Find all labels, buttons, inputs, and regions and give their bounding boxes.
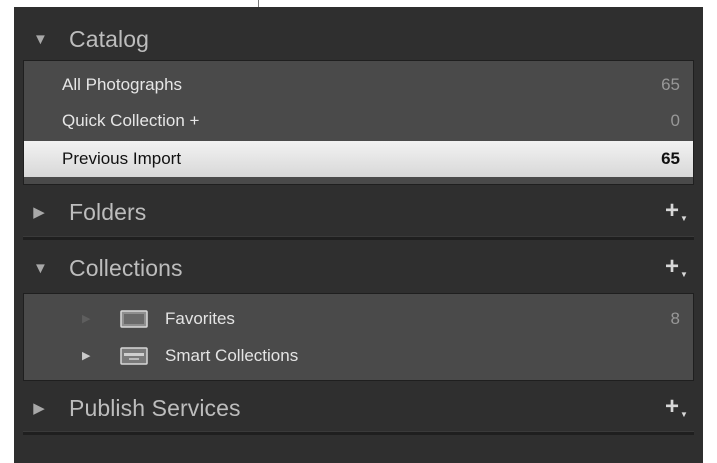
- collection-set-icon: [120, 309, 148, 328]
- plus-icon: +: [665, 253, 680, 280]
- collections-header[interactable]: ▼ Collections + ▼: [14, 245, 703, 291]
- catalog-item-count: 0: [670, 111, 680, 130]
- collection-item-label: Smart Collections: [165, 345, 299, 365]
- collection-item-count: 8: [670, 308, 680, 328]
- right-edge: [703, 7, 717, 463]
- chevron-down-icon: ▼: [680, 410, 688, 419]
- catalog-item-previous-import[interactable]: Previous Import 65: [24, 141, 693, 177]
- catalog-item-label: Previous Import: [62, 149, 182, 168]
- catalog-item-label: All Photographs: [62, 75, 183, 94]
- triangle-down-icon[interactable]: ▼: [33, 31, 48, 48]
- chevron-down-icon: ▼: [680, 270, 688, 279]
- top-edge: [0, 0, 717, 7]
- triangle-right-icon[interactable]: ▶: [82, 349, 90, 362]
- catalog-item-label: Quick Collection +: [62, 111, 200, 130]
- publish-services-header[interactable]: ▶ Publish Services + ▼: [14, 385, 703, 431]
- collections-title: Collections: [69, 254, 183, 281]
- top-divider-tick: [258, 0, 259, 7]
- catalog-header[interactable]: ▼ Catalog: [14, 16, 703, 62]
- catalog-body: All Photographs 65 Quick Collection + 0 …: [23, 60, 694, 185]
- catalog-item-count: 65: [661, 75, 680, 94]
- folders-title: Folders: [69, 198, 147, 225]
- collections-body: ▶ Favorites 8 ▶ Smart Collections: [23, 293, 694, 381]
- smart-collection-set-icon: [120, 346, 148, 365]
- publish-services-title: Publish Services: [69, 394, 241, 421]
- section-divider: [23, 431, 694, 435]
- triangle-right-icon: ▶: [82, 313, 91, 325]
- section-divider: [23, 236, 694, 240]
- collection-item-favorites[interactable]: ▶ Favorites 8: [24, 301, 693, 336]
- catalog-item-quick-collection[interactable]: Quick Collection + 0: [24, 103, 693, 139]
- folders-header[interactable]: ▶ Folders + ▼: [14, 189, 703, 235]
- add-collection-button[interactable]: + ▼: [665, 253, 688, 280]
- add-publish-service-button[interactable]: + ▼: [665, 393, 688, 420]
- add-folder-button[interactable]: + ▼: [665, 197, 688, 224]
- collection-item-label: Favorites: [165, 308, 235, 328]
- catalog-title: Catalog: [69, 25, 149, 52]
- plus-icon: +: [665, 197, 680, 224]
- left-panel: ▼ Catalog All Photographs 65 Quick Colle…: [14, 7, 703, 463]
- triangle-right-icon[interactable]: ▶: [33, 399, 45, 417]
- triangle-right-icon[interactable]: ▶: [33, 203, 45, 221]
- collection-item-smart-collections[interactable]: ▶ Smart Collections: [24, 338, 693, 373]
- triangle-down-icon[interactable]: ▼: [33, 260, 48, 277]
- chevron-down-icon: ▼: [680, 214, 688, 223]
- plus-icon: +: [665, 393, 680, 420]
- catalog-item-all-photographs[interactable]: All Photographs 65: [24, 67, 693, 103]
- catalog-item-count: 65: [661, 149, 680, 168]
